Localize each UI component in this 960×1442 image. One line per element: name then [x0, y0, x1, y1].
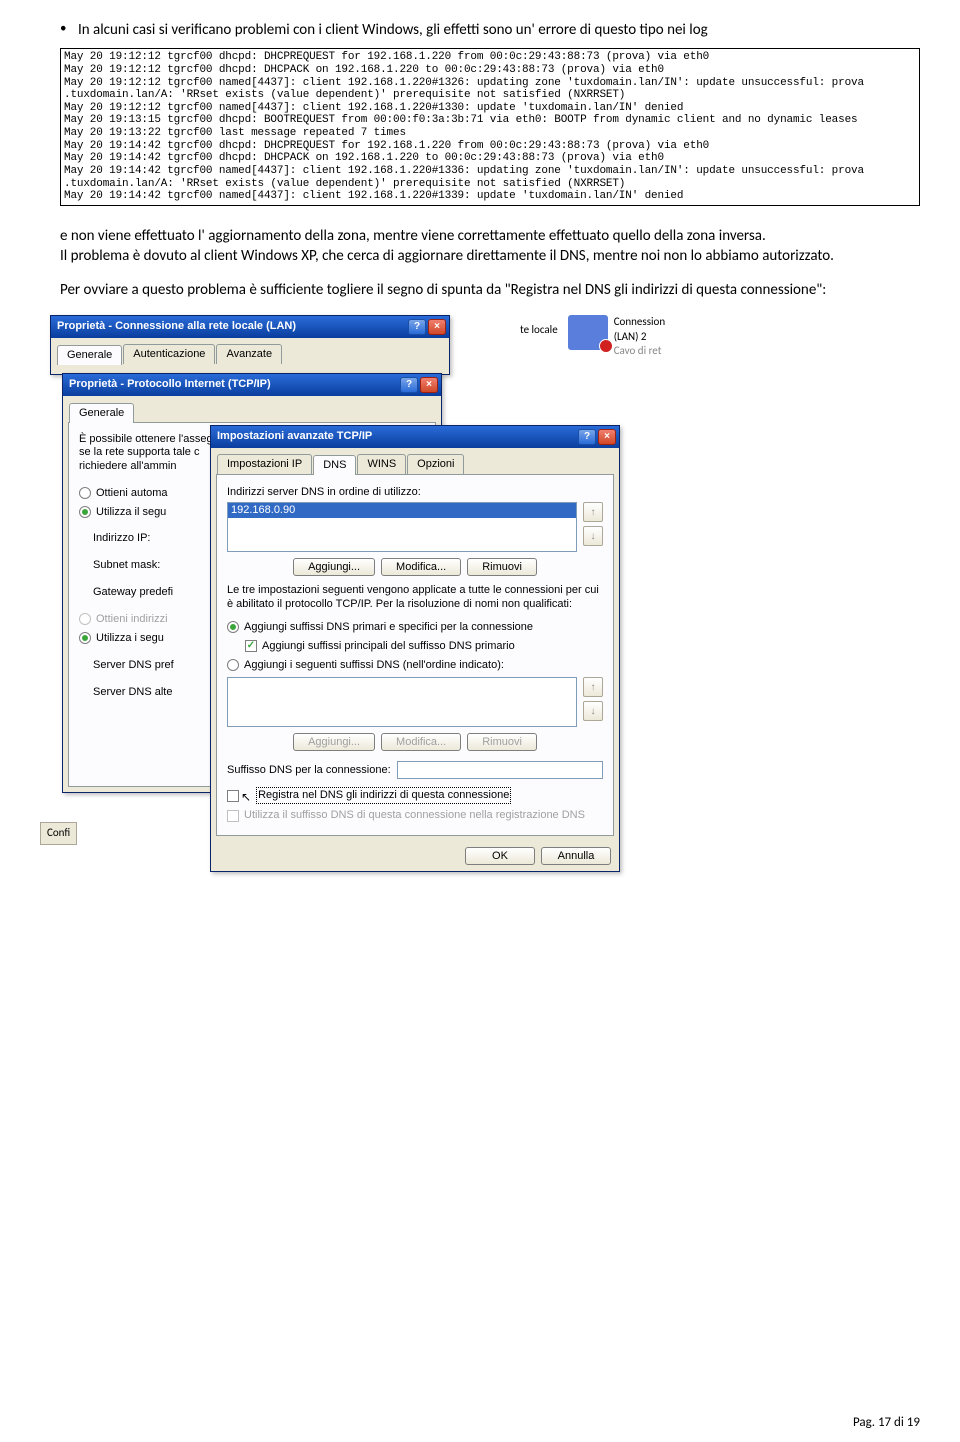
help-icon[interactable]: ?: [400, 377, 418, 393]
check-append-parent[interactable]: ✓Aggiungi suffissi principali del suffis…: [227, 637, 603, 656]
radio-append-primary[interactable]: Aggiungi suffissi DNS primari e specific…: [227, 618, 603, 637]
three-settings-desc: Le tre impostazioni seguenti vengono app…: [227, 584, 603, 612]
bg-conf: Confi: [40, 822, 77, 845]
move-down-button[interactable]: ↓: [583, 526, 603, 546]
dns-entry[interactable]: 192.168.0.90: [228, 503, 576, 518]
paragraph-2: Per ovviare a questo problema è sufficie…: [60, 280, 920, 300]
intro-text: In alcuni casi si verificano problemi co…: [78, 20, 708, 40]
bg-conn: Connession: [614, 315, 665, 330]
label-register-dns: Registra nel DNS gli indirizzi di questa…: [256, 787, 511, 804]
titlebar-lan-text: Proprietà - Connessione alla rete locale…: [57, 319, 296, 334]
radio-append-these[interactable]: Aggiungi i seguenti suffissi DNS (nell'o…: [227, 656, 603, 675]
check-use-suffix-registration: Utilizza il suffisso DNS di questa conne…: [227, 806, 603, 825]
titlebar-advanced-text: Impostazioni avanzate TCP/IP: [217, 429, 372, 444]
move-up-button[interactable]: ↑: [583, 502, 603, 522]
window-lan-properties: Proprietà - Connessione alla rete locale…: [50, 315, 450, 375]
checkbox-icon[interactable]: [227, 790, 239, 802]
log-output-box: May 20 19:12:12 tgrcf00 dhcpd: DHCPREQUE…: [60, 48, 920, 206]
cursor-arrow-icon: ↖: [241, 789, 251, 805]
titlebar-tcpip-text: Proprietà - Protocollo Internet (TCP/IP): [69, 377, 271, 392]
tab-generale-1[interactable]: Generale: [57, 345, 122, 365]
network-icon: [568, 315, 608, 350]
help-icon[interactable]: ?: [578, 429, 596, 445]
cancel-button[interactable]: Annulla: [541, 847, 611, 865]
dns-listbox[interactable]: 192.168.0.90: [227, 502, 577, 552]
label-dns-order: Indirizzi server DNS in ordine di utiliz…: [227, 485, 603, 500]
close-icon[interactable]: ×: [598, 429, 616, 445]
help-icon[interactable]: ?: [408, 319, 426, 335]
move-down-button: ↓: [583, 701, 603, 721]
edit-suffix-button: Modifica...: [381, 733, 461, 751]
check-register-dns[interactable]: ↖ Registra nel DNS gli indirizzi di ques…: [227, 785, 603, 806]
tab-options[interactable]: Opzioni: [407, 454, 464, 474]
add-suffix-button: Aggiungi...: [293, 733, 375, 751]
ok-button[interactable]: OK: [465, 847, 535, 865]
bg-lan2: (LAN) 2: [614, 330, 665, 345]
tab-autenticazione[interactable]: Autenticazione: [123, 344, 215, 364]
background-fragment: te locale Connession (LAN) 2 Cavo di ret: [520, 315, 710, 385]
input-conn-suffix[interactable]: [397, 761, 603, 779]
tab-avanzate[interactable]: Avanzate: [216, 344, 282, 364]
tab-generale-2[interactable]: Generale: [69, 403, 134, 423]
tab-dns[interactable]: DNS: [313, 455, 356, 475]
window-tcpip-advanced: Impostazioni avanzate TCP/IP ? × Imposta…: [210, 425, 620, 872]
bullet-paragraph: • In alcuni casi si verificano problemi …: [60, 20, 920, 40]
remove-suffix-button: Rimuovi: [467, 733, 537, 751]
page-footer: Pag. 17 di 19: [853, 1414, 920, 1432]
add-dns-button[interactable]: Aggiungi...: [293, 558, 375, 576]
titlebar-lan[interactable]: Proprietà - Connessione alla rete locale…: [51, 316, 449, 338]
tab-ip-settings[interactable]: Impostazioni IP: [217, 454, 312, 474]
tab-wins[interactable]: WINS: [357, 454, 406, 474]
titlebar-tcpip[interactable]: Proprietà - Protocollo Internet (TCP/IP)…: [63, 374, 441, 396]
remove-dns-button[interactable]: Rimuovi: [467, 558, 537, 576]
close-icon[interactable]: ×: [428, 319, 446, 335]
bullet-glyph: •: [60, 20, 78, 40]
move-up-button: ↑: [583, 677, 603, 697]
paragraph-1: e non viene effettuato l' aggiornamento …: [60, 226, 920, 267]
bg-cavo: Cavo di ret: [614, 344, 665, 359]
bg-text-locale: te locale: [520, 315, 558, 385]
suffix-listbox: [227, 677, 577, 727]
label-conn-suffix: Suffisso DNS per la connessione:: [227, 763, 391, 778]
close-icon[interactable]: ×: [420, 377, 438, 393]
edit-dns-button[interactable]: Modifica...: [381, 558, 461, 576]
titlebar-advanced[interactable]: Impostazioni avanzate TCP/IP ? ×: [211, 426, 619, 448]
screenshot-stack: te locale Connession (LAN) 2 Cavo di ret…: [50, 315, 670, 875]
